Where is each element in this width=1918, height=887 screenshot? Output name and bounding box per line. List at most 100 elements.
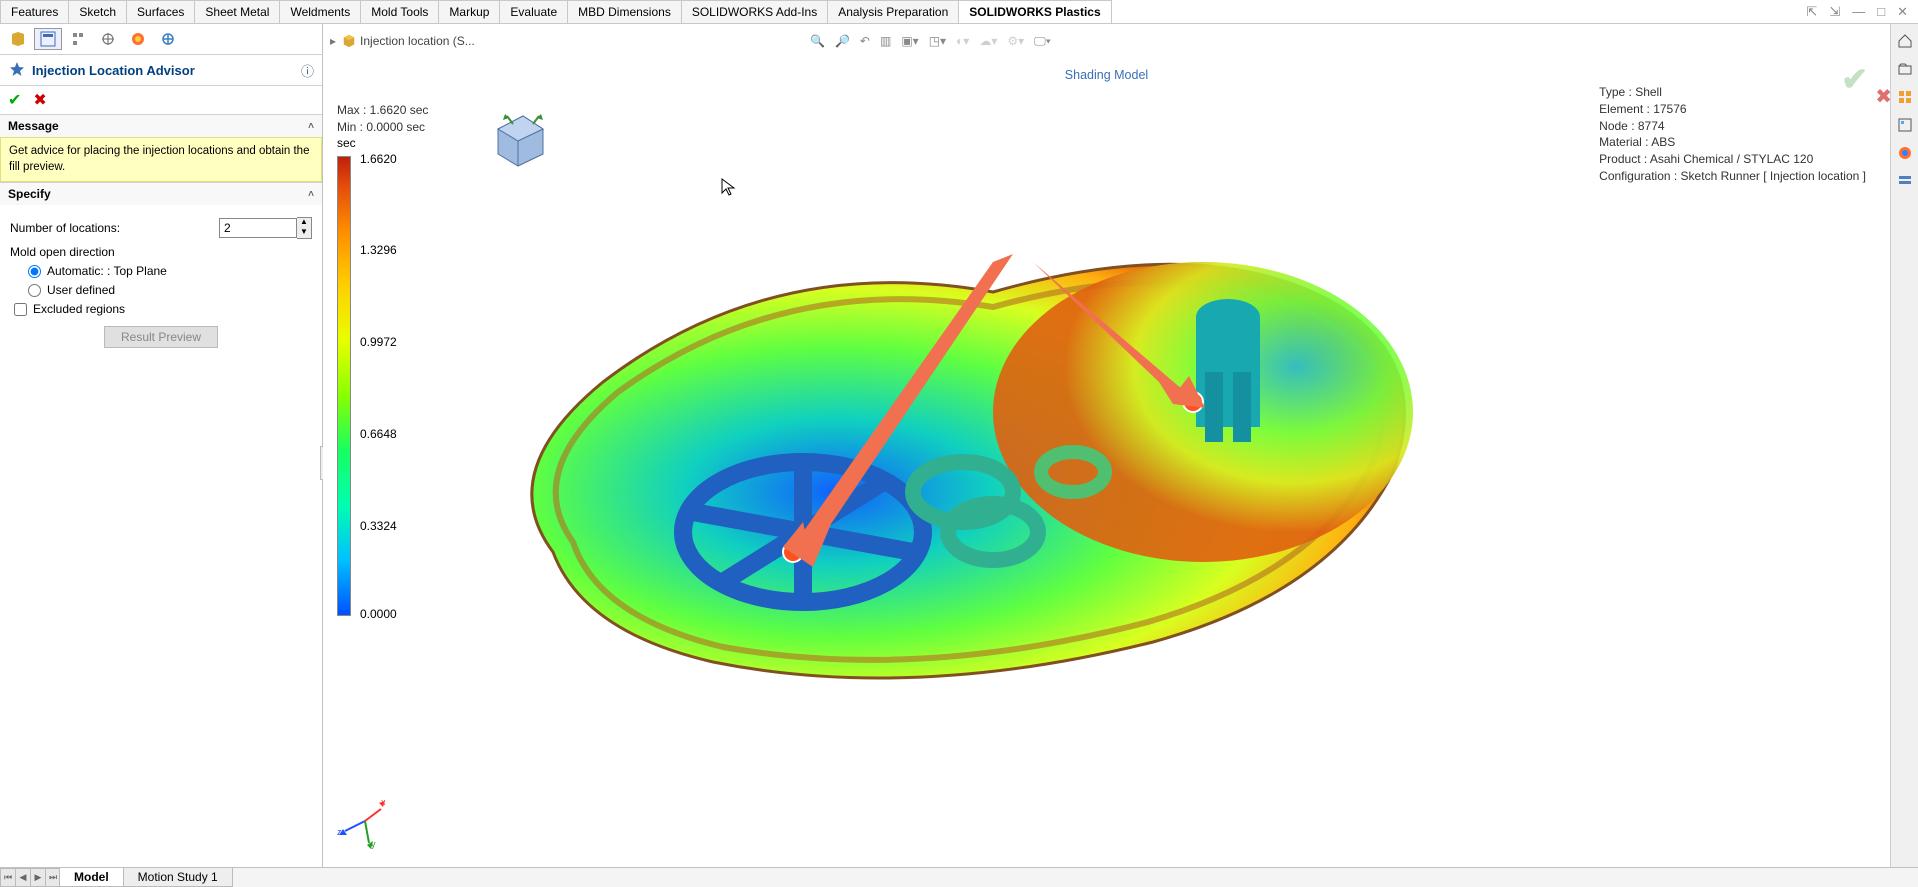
info-element: Element : 17576 — [1599, 101, 1866, 118]
plot-info: Type : Shell Element : 17576 Node : 8774… — [1599, 84, 1866, 185]
result-preview-button[interactable]: Result Preview — [104, 326, 218, 348]
help-icon[interactable]: ⓘ — [301, 61, 314, 80]
bottom-tab-bar: ⏮ ◀ ▶ ⏭ Model Motion Study 1 — [0, 867, 1918, 887]
hide-show-icon[interactable]: ◳▾ — [929, 34, 946, 49]
zoom-fit-icon[interactable]: 🔍 — [810, 34, 825, 49]
tab-solidworks-addins[interactable]: SOLIDWORKS Add-Ins — [681, 0, 828, 23]
legend-tick: 1.6620 — [360, 152, 397, 166]
minimize-icon[interactable]: — — [1852, 4, 1865, 20]
dock-left-icon[interactable]: ⇱ — [1806, 4, 1817, 20]
property-manager: Injection Location Advisor ⓘ ✔ ✖ Message… — [0, 24, 323, 867]
panel-title: Injection Location Advisor — [32, 63, 195, 78]
tab-markup[interactable]: Markup — [438, 0, 500, 23]
radio-user-defined[interactable] — [28, 284, 41, 297]
radio-automatic[interactable] — [28, 265, 41, 278]
num-locations-stepper[interactable]: ▲▼ — [219, 217, 312, 239]
legend-bar: 1.6620 1.3296 0.9972 0.6648 0.3324 0.000… — [337, 156, 351, 616]
checkbox-excluded-regions[interactable] — [14, 303, 27, 316]
ok-button[interactable]: ✔ — [8, 90, 21, 110]
part-icon — [342, 34, 356, 48]
tab-prev-icon[interactable]: ◀ — [15, 868, 31, 887]
legend-tick: 1.3296 — [360, 243, 397, 257]
info-config: Configuration : Sketch Runner [ Injectio… — [1599, 168, 1866, 185]
legend-tick: 0.0000 — [360, 607, 397, 621]
display-pane-icon[interactable] — [124, 28, 152, 50]
chevron-up-icon: ˄ — [308, 189, 314, 200]
navigation-cube[interactable] — [483, 104, 553, 174]
cursor-icon — [721, 178, 737, 198]
cancel-button[interactable]: ✖ — [33, 90, 46, 110]
close-icon[interactable]: ✕ — [1897, 4, 1908, 20]
breadcrumb: ▸ Injection location (S... 🔍 🔎 ↶ ▥ ▣▾ ◳▾… — [330, 30, 1912, 52]
advisor-icon — [8, 61, 26, 79]
screen-icon[interactable]: 🖵▾ — [1034, 34, 1051, 49]
specify-header-label: Specify — [8, 187, 51, 201]
info-material: Material : ABS — [1599, 134, 1866, 151]
window-controls: ⇱ ⇲ — □ ✕ — [1806, 4, 1918, 20]
home-icon[interactable] — [1894, 30, 1916, 52]
open-icon[interactable] — [1894, 58, 1916, 80]
tab-weldments[interactable]: Weldments — [279, 0, 361, 23]
excluded-regions-label: Excluded regions — [33, 302, 125, 316]
chevron-up-icon: ˄ — [308, 121, 314, 132]
command-manager-tabs: Features Sketch Surfaces Sheet Metal Wel… — [0, 0, 1918, 24]
num-locations-label: Number of locations: — [10, 221, 211, 235]
tab-first-icon[interactable]: ⏮ — [0, 868, 16, 887]
view-triad[interactable]: z x y — [337, 793, 393, 849]
tab-mbd-dimensions[interactable]: MBD Dimensions — [567, 0, 682, 23]
message-header-label: Message — [8, 119, 59, 133]
previous-view-icon[interactable]: ↶ — [860, 34, 870, 49]
library-icon[interactable] — [1894, 86, 1916, 108]
zoom-area-icon[interactable]: 🔎 — [835, 34, 850, 49]
tab-sketch[interactable]: Sketch — [68, 0, 127, 23]
num-locations-input[interactable] — [219, 218, 297, 238]
message-text: Get advice for placing the injection loc… — [0, 137, 322, 182]
min-label: Min : 0.0000 sec — [337, 119, 428, 136]
tab-next-icon[interactable]: ▶ — [30, 868, 46, 887]
legend-tick: 0.9972 — [360, 335, 397, 349]
mold-direction-label: Mold open direction — [10, 245, 312, 259]
maximize-icon[interactable]: □ — [1877, 4, 1885, 20]
message-section-header[interactable]: Message ˄ — [0, 115, 322, 137]
info-product: Product : Asahi Chemical / STYLAC 120 — [1599, 151, 1866, 168]
edit-appearance-icon[interactable]: ◐▾ — [956, 34, 969, 49]
breadcrumb-arrow-icon[interactable]: ▸ — [330, 34, 336, 48]
dimxpert-icon[interactable] — [94, 28, 122, 50]
properties-icon[interactable] — [1894, 170, 1916, 192]
graphics-viewport[interactable]: Shading Model ✔ ✖ Max : 1.6620 sec Min :… — [323, 52, 1890, 867]
feature-tree-icon[interactable] — [4, 28, 32, 50]
stepper-down-icon[interactable]: ▼ — [297, 228, 311, 238]
tab-motion-study[interactable]: Motion Study 1 — [123, 868, 233, 887]
apply-scene-icon[interactable]: ☁▾ — [979, 34, 997, 49]
section-view-icon[interactable]: ▥ — [880, 34, 891, 49]
dock-right-icon[interactable]: ⇲ — [1829, 4, 1840, 20]
view-settings-icon[interactable]: ⚙▾ — [1007, 34, 1024, 49]
task-pane — [1890, 24, 1918, 867]
tab-solidworks-plastics[interactable]: SOLIDWORKS Plastics — [958, 0, 1111, 23]
tab-surfaces[interactable]: Surfaces — [126, 0, 195, 23]
view-palette-icon[interactable] — [1894, 114, 1916, 136]
tab-evaluate[interactable]: Evaluate — [499, 0, 568, 23]
tab-mold-tools[interactable]: Mold Tools — [360, 0, 439, 23]
panel-toolbar — [0, 24, 322, 55]
tab-sheet-metal[interactable]: Sheet Metal — [194, 0, 280, 23]
tab-features[interactable]: Features — [0, 0, 69, 23]
tab-model[interactable]: Model — [59, 868, 124, 887]
specify-section-header[interactable]: Specify ˄ — [0, 183, 322, 205]
appearances-icon[interactable] — [1894, 142, 1916, 164]
info-node: Node : 8774 — [1599, 118, 1866, 135]
plot-title: Shading Model — [1065, 68, 1148, 82]
configuration-icon[interactable] — [64, 28, 92, 50]
color-legend: sec 1.6620 1.3296 0.9972 0.6648 0.3324 0… — [337, 136, 356, 616]
max-label: Max : 1.6620 sec — [337, 102, 428, 119]
radio-user-label: User defined — [47, 283, 115, 297]
plastics-tree-icon[interactable] — [154, 28, 182, 50]
breadcrumb-label[interactable]: Injection location (S... — [360, 34, 475, 48]
property-manager-icon[interactable] — [34, 28, 62, 50]
legend-unit: sec — [337, 136, 356, 150]
display-style-icon[interactable]: ▣▾ — [901, 34, 918, 49]
legend-tick: 0.3324 — [360, 519, 397, 533]
legend-tick: 0.6648 — [360, 427, 397, 441]
tab-analysis-preparation[interactable]: Analysis Preparation — [827, 0, 959, 23]
hud-toolbar: 🔍 🔎 ↶ ▥ ▣▾ ◳▾ ◐▾ ☁▾ ⚙▾ 🖵▾ — [810, 34, 1051, 49]
